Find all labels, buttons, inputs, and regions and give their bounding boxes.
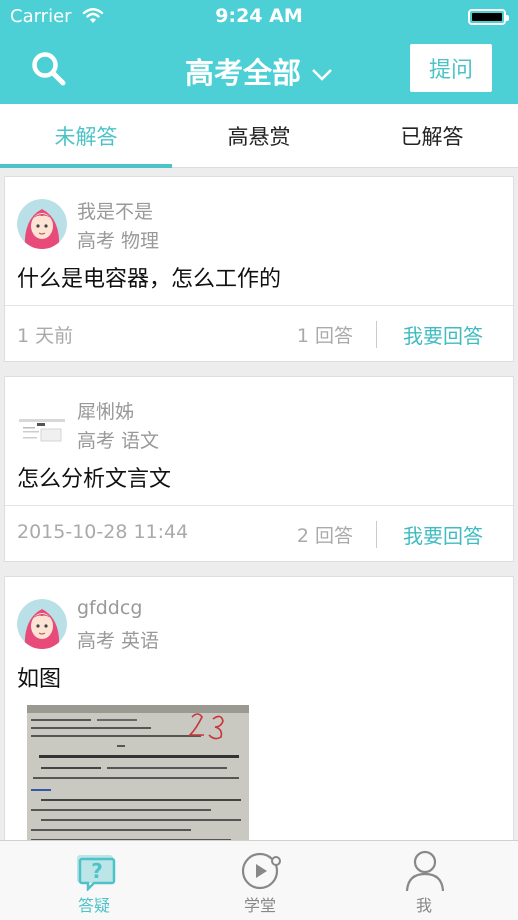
post-time: 1 天前 xyxy=(17,325,74,347)
avatar[interactable] xyxy=(17,399,67,449)
question-category: 高考 英语 xyxy=(77,630,160,652)
question-card[interactable]: 我是不是 高考 物理 什么是电容器，怎么工作的 1 天前 1 回答 我要回答 xyxy=(4,176,514,362)
svg-text:?: ? xyxy=(91,859,103,883)
avatar-document-icon xyxy=(17,399,67,449)
divider xyxy=(376,321,377,348)
qa-icon: ? xyxy=(77,855,116,891)
nav-bar: 高考全部 提问 xyxy=(0,34,518,104)
question-card[interactable]: gfddcg 高考 英语 如图 xyxy=(4,576,514,845)
answer-count: 2 回答 xyxy=(296,525,353,547)
tab-unanswered[interactable]: 未解答 xyxy=(0,104,172,168)
avatar[interactable] xyxy=(17,199,67,249)
question-card[interactable]: 犀悧姊 高考 语文 怎么分析文言文 2015-10-28 11:44 2 回答 … xyxy=(4,376,514,562)
bottom-tab-qa[interactable]: ? 答疑 xyxy=(34,841,154,920)
filter-tabs: 未解答 高悬赏 已解答 xyxy=(0,104,518,168)
answer-button[interactable]: 我要回答 xyxy=(403,320,483,349)
answer-count: 1 回答 xyxy=(296,325,353,347)
username[interactable]: 我是不是 xyxy=(77,197,153,224)
exam-paper-photo xyxy=(27,705,249,845)
answer-button[interactable]: 我要回答 xyxy=(403,520,483,549)
active-tab-indicator xyxy=(0,164,172,168)
page-title: 高考全部 xyxy=(184,56,301,90)
question-text[interactable]: 怎么分析文言文 xyxy=(17,461,171,493)
tab-high-reward[interactable]: 高悬赏 xyxy=(172,104,346,168)
question-category: 高考 物理 xyxy=(77,230,160,252)
bottom-tab-bar: ? 答疑 学堂 我 xyxy=(0,840,518,920)
clock: 9:24 AM xyxy=(215,5,303,27)
divider xyxy=(376,521,377,548)
avatar[interactable] xyxy=(17,599,67,649)
bottom-tab-label: 我 xyxy=(415,896,432,915)
bottom-tab-school[interactable]: 学堂 xyxy=(200,841,320,920)
bottom-tab-label: 学堂 xyxy=(243,896,276,915)
question-image[interactable] xyxy=(27,705,249,845)
status-bar: Carrier 9:24 AM xyxy=(0,0,518,34)
ask-question-button[interactable]: 提问 xyxy=(410,44,492,92)
question-text[interactable]: 什么是电容器，怎么工作的 xyxy=(17,261,281,293)
chevron-down-icon xyxy=(312,69,332,81)
person-icon xyxy=(405,850,445,891)
avatar-girl-icon xyxy=(17,199,67,249)
question-category: 高考 语文 xyxy=(77,430,160,452)
play-icon xyxy=(241,852,281,890)
card-footer: 2015-10-28 11:44 2 回答 我要回答 xyxy=(5,505,513,561)
tab-answered[interactable]: 已解答 xyxy=(346,104,518,168)
card-footer: 1 天前 1 回答 我要回答 xyxy=(5,305,513,361)
question-text[interactable]: 如图 xyxy=(17,661,61,693)
bottom-tab-me[interactable]: 我 xyxy=(364,841,484,920)
username[interactable]: 犀悧姊 xyxy=(77,397,134,424)
battery-icon xyxy=(468,9,509,25)
bottom-tab-label: 答疑 xyxy=(77,896,110,915)
avatar-girl-icon xyxy=(17,599,67,649)
username[interactable]: gfddcg xyxy=(77,597,142,619)
post-time: 2015-10-28 11:44 xyxy=(17,521,189,543)
